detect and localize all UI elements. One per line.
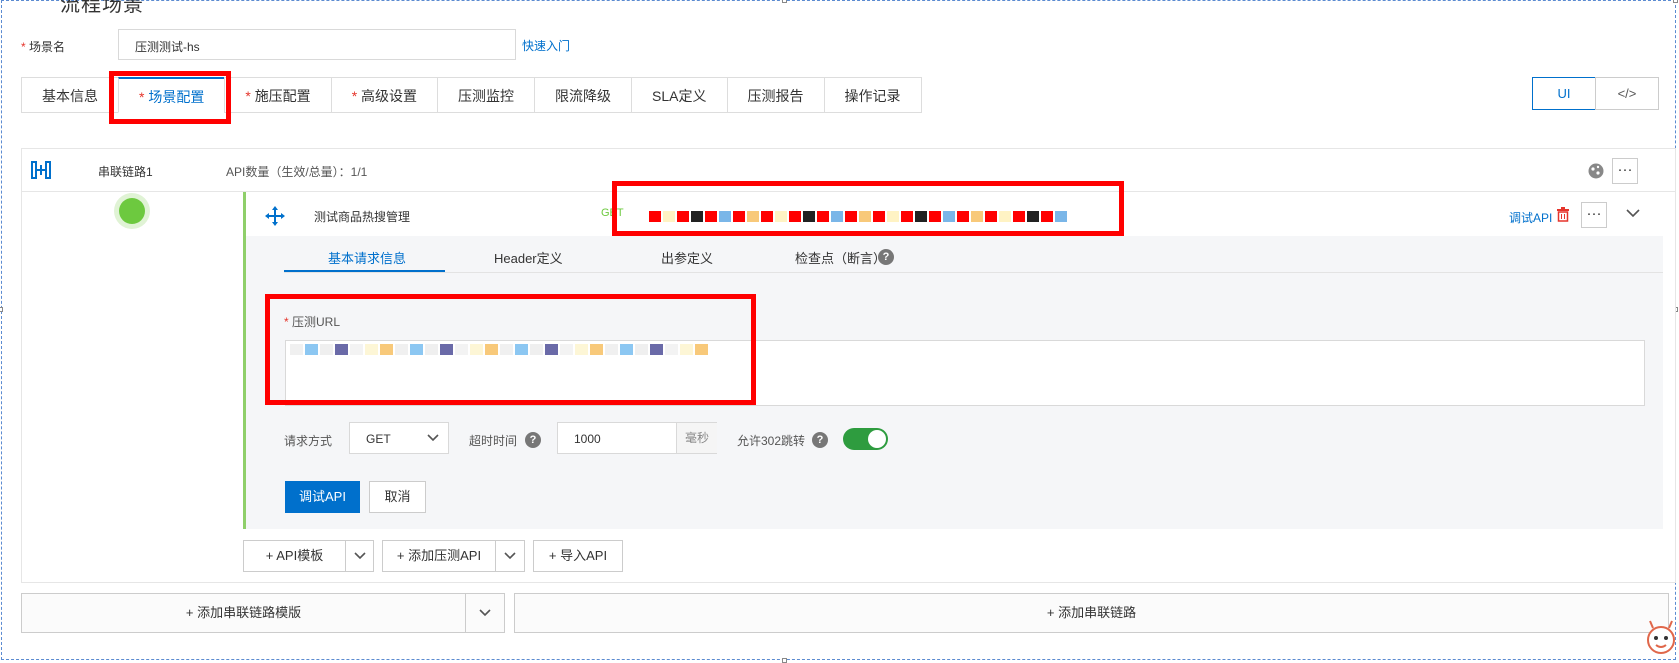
cookie-icon[interactable]	[1587, 162, 1605, 180]
drag-move-icon[interactable]	[264, 205, 286, 227]
api-template-dropdown[interactable]	[345, 540, 374, 572]
add-chain-template-dropdown[interactable]	[465, 593, 505, 633]
tab-8[interactable]: 压测报告	[726, 77, 824, 113]
add-chain-template-button[interactable]: + 添加串联链路模版	[21, 593, 466, 633]
annotation-box	[265, 294, 756, 405]
add-api-dropdown[interactable]	[495, 540, 525, 572]
timeout-input[interactable]: 1000 毫秒	[557, 422, 717, 454]
method-value: GET	[366, 432, 391, 446]
tab-label: 压测报告	[747, 88, 804, 104]
tab-label: 限流降级	[555, 88, 612, 104]
subtab-header-definition[interactable]: Header定义	[494, 248, 563, 267]
timeout-unit: 毫秒	[676, 423, 717, 453]
subtab-output-params[interactable]: 出参定义	[661, 248, 713, 267]
scene-name-input[interactable]: 压测测试-hs	[118, 29, 516, 60]
status-indicator	[119, 198, 145, 224]
api-more-button[interactable]: ···	[1581, 202, 1607, 228]
tab-label: 操作记录	[844, 88, 901, 104]
tab-7[interactable]: SLA定义	[631, 77, 727, 113]
tab-1[interactable]: 基本信息	[21, 77, 118, 113]
redirect-label: 允许302跳转	[737, 434, 806, 448]
subtab-checkpoint[interactable]: 检查点（断言）	[795, 248, 886, 267]
required-marker: *	[351, 88, 362, 104]
ui-view-toggle[interactable]: UI	[1532, 77, 1596, 110]
chain-name: 串联链路1	[98, 165, 153, 179]
subtab-active-indicator	[284, 270, 445, 272]
subtab-basic-request[interactable]: 基本请求信息	[328, 248, 406, 267]
tab-label: 压测监控	[458, 88, 515, 104]
scene-name-label: * 场景名	[21, 40, 66, 54]
chain-more-button[interactable]: ···	[1612, 158, 1638, 184]
scene-name-value: 压测测试-hs	[135, 40, 200, 54]
annotation-box	[109, 71, 231, 124]
quickstart-link[interactable]: 快速入门	[522, 37, 570, 54]
chevron-down-icon[interactable]	[1625, 207, 1641, 219]
resize-handle[interactable]	[1673, 0, 1678, 3]
resize-handle[interactable]	[0, 307, 3, 312]
annotation-box	[612, 181, 1124, 236]
method-select[interactable]: GET	[349, 422, 449, 454]
chevron-down-icon	[427, 434, 439, 442]
tab-4[interactable]: * 高级设置	[330, 77, 438, 113]
chevron-down-icon	[353, 552, 366, 560]
timeout-value: 1000	[574, 432, 601, 446]
api-name: 测试商品热搜管理	[314, 210, 411, 224]
resize-handle[interactable]	[782, 658, 787, 663]
debug-api-button[interactable]: 调试API	[285, 481, 360, 513]
required-marker: *	[245, 88, 255, 104]
tab-3[interactable]: * 施压配置	[224, 77, 331, 113]
timeout-label: 超时时间	[469, 434, 518, 448]
redirect-toggle[interactable]	[843, 428, 888, 450]
import-api-button[interactable]: + 导入API	[533, 540, 623, 572]
tab-6[interactable]: 限流降级	[534, 77, 632, 113]
method-label: 请求方式	[284, 434, 333, 448]
delete-icon[interactable]	[1556, 207, 1570, 222]
subtab-divider	[284, 272, 1663, 273]
code-view-toggle[interactable]: </>	[1595, 77, 1659, 110]
toggle-knob	[868, 430, 886, 448]
chevron-down-icon	[479, 609, 491, 617]
assistant-mascot-icon[interactable]	[1645, 618, 1677, 658]
tab-5[interactable]: 压测监控	[437, 77, 535, 113]
cancel-button[interactable]: 取消	[369, 481, 426, 513]
resize-handle[interactable]	[782, 0, 787, 3]
api-template-button[interactable]: + API模板	[243, 540, 346, 572]
help-icon[interactable]: ?	[878, 249, 894, 265]
add-chain-button[interactable]: + 添加串联链路	[514, 593, 1669, 633]
tab-label: 施压配置	[254, 88, 311, 104]
add-api-button[interactable]: + 添加压测API	[382, 540, 496, 572]
tab-label: SLA定义	[652, 88, 707, 104]
help-icon[interactable]: ?	[812, 432, 828, 448]
debug-api-link[interactable]: 调试API	[1509, 209, 1552, 226]
tab-9[interactable]: 操作记录	[823, 77, 922, 113]
chain-link-icon	[31, 161, 51, 179]
page-title: 流程场景	[60, 0, 144, 16]
tab-label: 基本信息	[42, 88, 98, 104]
chevron-down-icon	[504, 552, 516, 560]
help-icon[interactable]: ?	[525, 432, 541, 448]
api-count: API数量（生效/总量）：1/1	[226, 165, 368, 179]
tab-label: 高级设置	[361, 88, 418, 104]
